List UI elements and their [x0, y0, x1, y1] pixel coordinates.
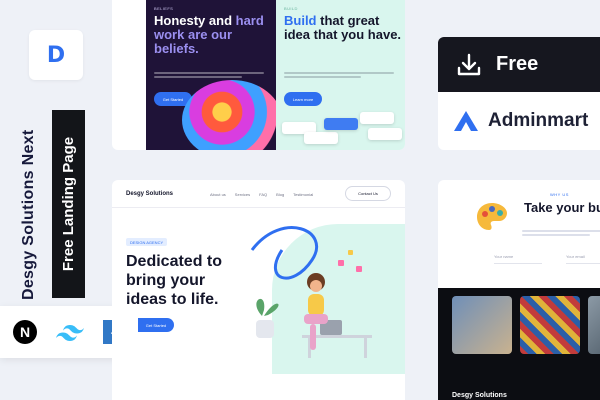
- palette-icon: [477, 203, 507, 230]
- build-kicker: BUILD: [284, 6, 298, 11]
- ui-chip-graphic: [360, 112, 394, 124]
- nav-item[interactable]: FAQ: [259, 192, 267, 197]
- name-input[interactable]: Your name: [494, 250, 542, 264]
- free-label: Free: [496, 53, 539, 75]
- beliefs-kicker: BELIEFS: [154, 6, 174, 11]
- free-badge[interactable]: Free: [438, 37, 600, 92]
- vertical-subtitle: Free Landing Page: [60, 136, 77, 272]
- beliefs-panel: BELIEFS Honesty and hard work are our be…: [146, 0, 276, 150]
- books-photo: [520, 296, 580, 354]
- studio-photo: [588, 296, 600, 354]
- email-input[interactable]: Your email: [566, 250, 600, 264]
- header-divider: [112, 207, 405, 208]
- nav-item[interactable]: Blog: [276, 192, 284, 197]
- ui-chip-graphic: [324, 118, 358, 130]
- nav-item[interactable]: About us: [210, 192, 226, 197]
- build-headline: Build that great idea that you have.: [284, 13, 402, 42]
- nav-item[interactable]: Testimonial: [293, 192, 313, 197]
- nav-item[interactable]: Services: [235, 192, 250, 197]
- preview-card-landing[interactable]: Desgy Solutions About us Services FAQ Bl…: [112, 180, 405, 400]
- business-kicker: WHY US: [550, 192, 569, 197]
- adminmart-label: Adminmart: [488, 110, 589, 131]
- adminmart-badge[interactable]: Adminmart: [438, 92, 600, 150]
- adminmart-logo-icon: [454, 111, 478, 131]
- office-photo: [452, 296, 512, 354]
- landing-brand: Desgy Solutions: [126, 191, 174, 197]
- landing-get-started-button[interactable]: Get Started: [138, 318, 174, 332]
- build-description: [284, 72, 394, 80]
- abstract-swirl-graphic: [182, 80, 276, 150]
- beliefs-headline: Honesty and hard work are our beliefs.: [154, 13, 264, 56]
- ui-chip-graphic: [304, 132, 338, 144]
- ui-chip-graphic: [368, 128, 402, 140]
- business-footer-brand: Desgy Solutions: [452, 392, 507, 399]
- download-icon: [457, 53, 481, 75]
- landing-nav: About us Services FAQ Blog Testimonial: [210, 192, 313, 197]
- build-learn-more-button[interactable]: Learn more: [284, 92, 322, 106]
- brand-logo-tile: D: [29, 30, 83, 80]
- landing-headline: Dedicated to bring your ideas to life.: [126, 253, 223, 308]
- business-headline: Take your bu the new l: [524, 200, 600, 215]
- build-panel: BUILD Build that great idea that you hav…: [276, 0, 405, 150]
- preview-card-business[interactable]: WHY US Take your bu the new l Your name …: [438, 180, 600, 400]
- brand-initial: D: [46, 42, 66, 68]
- contact-us-button[interactable]: Contact Us: [345, 186, 391, 201]
- beliefs-description: [154, 72, 264, 80]
- tailwind-icon: [56, 325, 84, 341]
- business-description: [522, 230, 600, 238]
- working-person-illustration: [250, 226, 372, 358]
- preview-card-hero[interactable]: BELIEFS Honesty and hard work are our be…: [112, 0, 405, 150]
- design-agency-tag: DESIGN AGENCY: [126, 238, 168, 246]
- vertical-title: Desgy Solutions Next: [20, 129, 37, 300]
- nextjs-icon: N: [13, 320, 37, 344]
